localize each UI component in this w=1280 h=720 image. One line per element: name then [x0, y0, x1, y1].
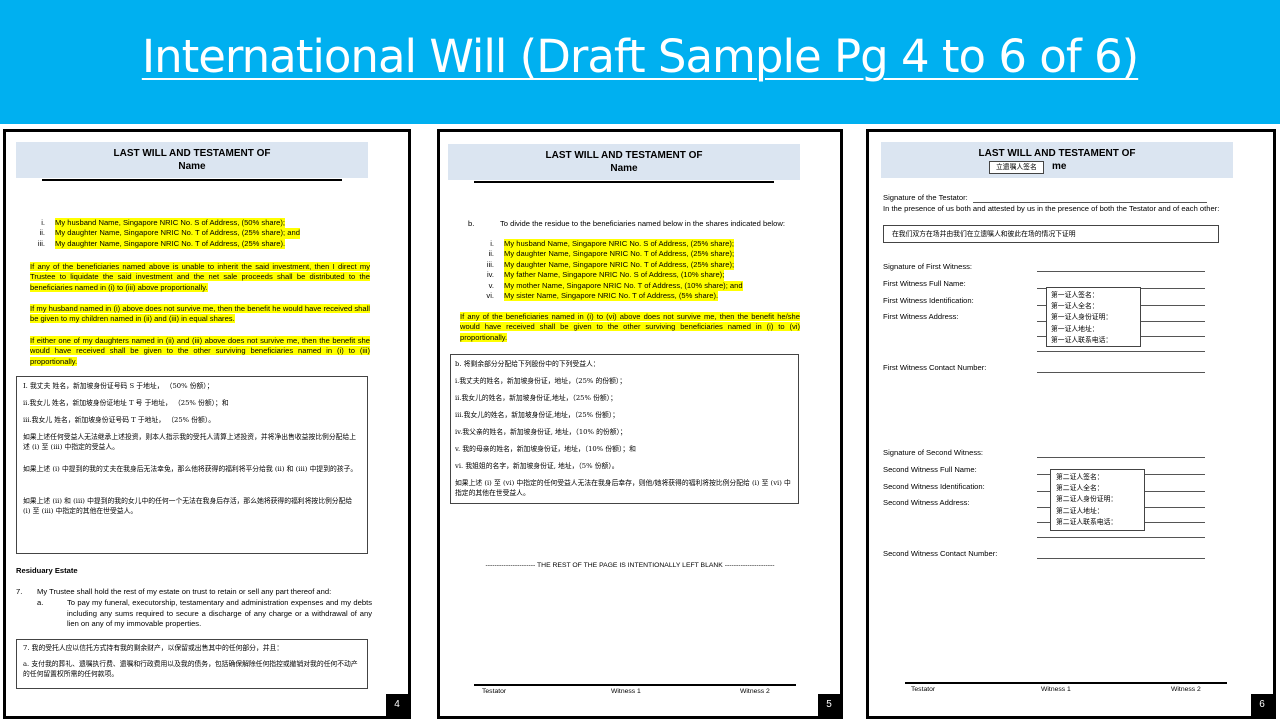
chinese-translation-box: I. 我丈夫 姓名，新加坡身份证号码 S 于地址， （50% 份额）； ii.我… — [16, 376, 368, 554]
paragraph: If either one of my daughters named in (… — [30, 336, 370, 366]
clause-7: 7. My Trustee shall hold the rest of my e… — [16, 587, 372, 629]
list-item: iii. My daughter Name, Singapore NRIC No.… — [486, 259, 735, 271]
signature-line — [1037, 271, 1205, 272]
beneficiary-list: i. My husband Name, Singapore NRIC No. S … — [470, 239, 790, 302]
second-witness-id-label: Second Witness Identification: — [883, 482, 985, 491]
footer-witness-1: Witness 1 — [611, 688, 641, 695]
first-witness-id-label: First Witness Identification: — [883, 296, 974, 305]
list-item: iv. My father Name, Singapore NRIC No. S … — [486, 270, 725, 281]
header-underline — [474, 181, 774, 183]
list-item: i. My husband Name, Singapore NRIC No. S … — [41, 218, 286, 229]
testator-signature-label: Signature of the Testator: — [883, 193, 968, 202]
clause-b: b. To divide the residue to the benefici… — [468, 219, 785, 228]
page-header: LAST WILL AND TESTAMENT OF Name — [448, 144, 800, 180]
chinese-translation-box: 7. 我的受托人应以信托方式持有我的剩余财产，以保留或出售其中的任何部分，并且：… — [16, 639, 368, 689]
second-witness-name-label: Second Witness Full Name: — [883, 465, 977, 474]
signature-line — [1037, 351, 1205, 352]
header-title: LAST WILL AND TESTAMENT OF — [113, 148, 271, 159]
page-header: LAST WILL AND TESTAMENT OF 立遗嘱人签名 me — [881, 142, 1233, 178]
footer-witness-2: Witness 2 — [1171, 686, 1201, 693]
signature-line — [905, 682, 1227, 684]
page-number: 6 — [1251, 694, 1273, 716]
blank-notice: ---------------------- THE REST OF THE P… — [485, 562, 775, 569]
second-witness-chinese-box: 第二证人签名： 第二证人全名： 第二证人身份证明： 第二证人地址： 第二证人联系… — [1050, 469, 1145, 531]
page-number: 4 — [386, 694, 408, 716]
first-witness-contact-label: First Witness Contact Number: — [883, 363, 987, 372]
title-banner: International Will (Draft Sample Pg 4 to… — [0, 0, 1280, 124]
list-item: i. My husband Name, Singapore NRIC No. S … — [490, 239, 735, 250]
footer-witness-1: Witness 1 — [1041, 686, 1071, 693]
header-name: Name — [178, 161, 206, 172]
signature-line — [1037, 558, 1205, 559]
header-name-tail: me — [1052, 161, 1067, 172]
second-witness-signature-label: Signature of Second Witness: — [883, 448, 984, 457]
header-title: LAST WILL AND TESTAMENT OF — [545, 150, 703, 161]
chinese-attestation-box: 在我们双方在场并由我们在立遗嘱人和彼此在场的情况下证明 — [883, 225, 1219, 243]
list-item: iii. My daughter Name, Singapore NRIC No.… — [37, 238, 286, 250]
footer-testator: Testator — [482, 688, 507, 695]
header-underline — [42, 179, 342, 181]
bequest-list: i. My husband Name, Singapore NRIC No. S … — [31, 218, 371, 250]
header-title: LAST WILL AND TESTAMENT OF — [978, 148, 1136, 159]
second-witness-address-label: Second Witness Address: — [883, 498, 970, 507]
list-item: ii. My daughter Name, Singapore NRIC No. … — [39, 228, 300, 239]
list-item: vi. My sister Name, Singapore NRIC No. T … — [486, 291, 719, 302]
signature-line — [973, 202, 1207, 203]
footer-witness-2: Witness 2 — [740, 688, 770, 695]
section-heading: Residuary Estate — [16, 566, 78, 575]
list-item: ii. My daughter Name, Singapore NRIC No. … — [488, 249, 735, 260]
signature-line — [1037, 537, 1205, 538]
paragraph: If any of the beneficiaries named above … — [30, 262, 370, 292]
first-witness-name-label: First Witness Full Name: — [883, 279, 966, 288]
second-witness-contact-label: Second Witness Contact Number: — [883, 549, 998, 558]
header-name: Name — [610, 163, 638, 174]
footer-testator: Testator — [911, 686, 936, 693]
header-overlay-box: 立遗嘱人签名 — [989, 161, 1044, 174]
page-number: 5 — [818, 694, 840, 716]
first-witness-address-label: First Witness Address: — [883, 312, 959, 321]
first-witness-chinese-box: 第一证人签名： 第一证人全名： 第一证人身份证明： 第一证人地址： 第一证人联系… — [1046, 287, 1141, 347]
chinese-translation-box: b. 将剩余部分分配给下列股份中的下列受益人： i.我丈夫的姓名，新加坡身份证，… — [450, 354, 799, 504]
attestation-clause: In the presence of us both and attested … — [883, 204, 1220, 213]
first-witness-signature-label: Signature of First Witness: — [883, 262, 973, 271]
paragraph: If my husband named in (i) above does no… — [30, 304, 370, 324]
paragraph: If any of the beneficiaries named in (i)… — [460, 312, 800, 342]
signature-line — [1037, 457, 1205, 458]
list-item: v. My mother Name, Singapore NRIC No. T o… — [488, 280, 743, 292]
document-page-5: LAST WILL AND TESTAMENT OF Name b. To di… — [437, 129, 843, 719]
document-page-4: LAST WILL AND TESTAMENT OF Name i. My hus… — [3, 129, 411, 719]
document-page-6: LAST WILL AND TESTAMENT OF 立遗嘱人签名 me Sig… — [866, 129, 1276, 719]
slide-title: International Will (Draft Sample Pg 4 to… — [141, 30, 1139, 83]
signature-line — [1037, 372, 1205, 373]
page-header: LAST WILL AND TESTAMENT OF Name — [16, 142, 368, 178]
signature-line — [474, 684, 796, 686]
